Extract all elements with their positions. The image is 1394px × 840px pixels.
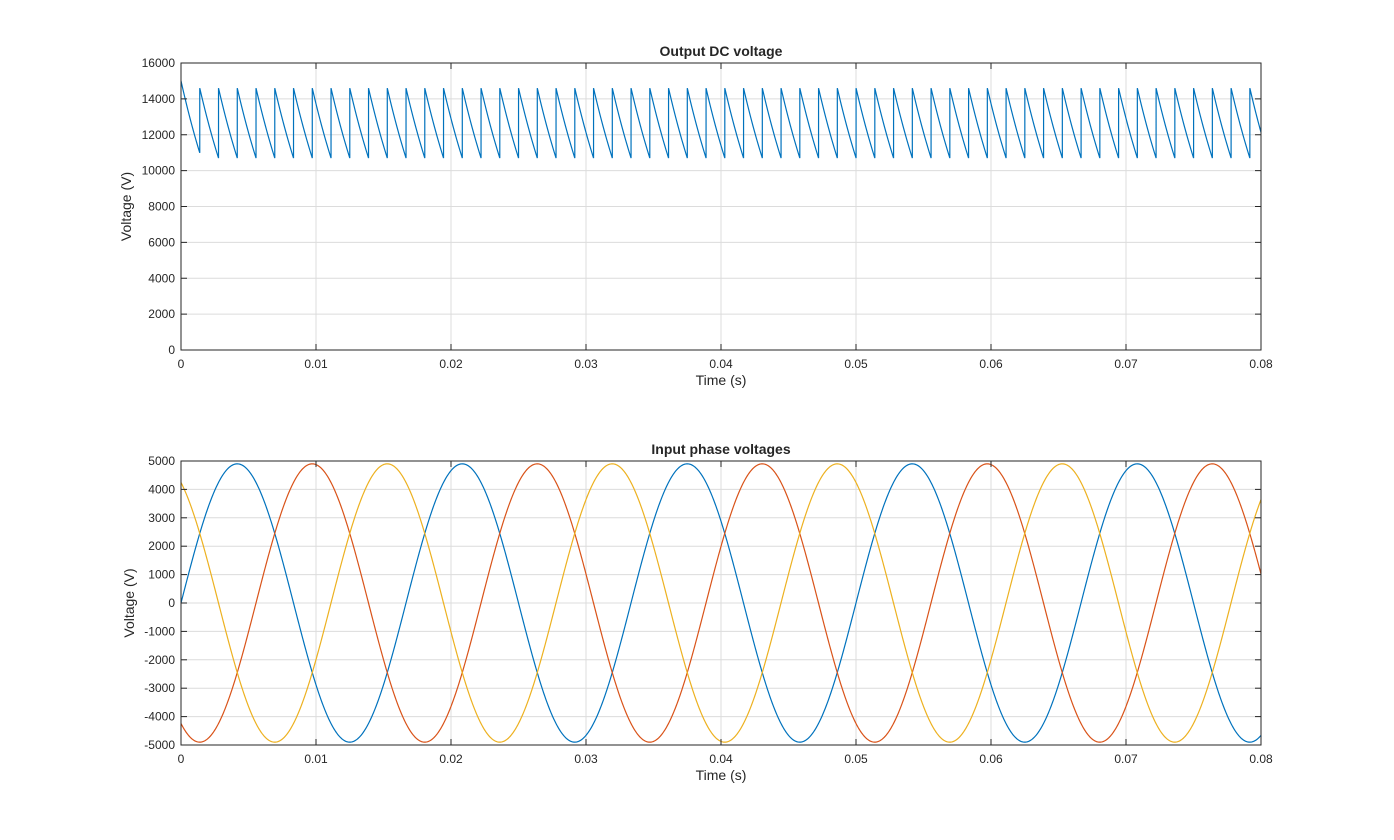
y-tick-label: 8000 [148,200,175,214]
chart-title: Input phase voltages [651,441,790,457]
y-tick-label: 5000 [148,454,175,468]
x-tick-label: 0.08 [1249,752,1273,766]
x-tick-label: 0.06 [979,752,1003,766]
x-tick-label: 0.05 [844,357,868,371]
x-tick-label: 0 [178,752,185,766]
y-tick-label: 1000 [148,568,175,582]
x-tick-label: 0.08 [1249,357,1273,371]
y-tick-label: 10000 [142,164,176,178]
y-tick-label: 0 [168,596,175,610]
x-tick-label: 0.02 [439,357,463,371]
y-tick-label: -4000 [144,710,175,724]
y-tick-label: 12000 [142,128,176,142]
x-tick-label: 0.02 [439,752,463,766]
y-tick-label: 4000 [148,271,175,285]
x-axis-label: Time (s) [696,372,747,388]
x-tick-label: 0.05 [844,752,868,766]
y-tick-label: -1000 [144,624,175,638]
x-tick-label: 0 [178,357,185,371]
x-tick-label: 0.07 [1114,752,1138,766]
y-tick-label: 0 [168,343,175,357]
y-tick-label: 2000 [148,539,175,553]
y-tick-label: 2000 [148,307,175,321]
y-axis-label: Voltage (V) [118,172,134,241]
y-tick-label: 3000 [148,511,175,525]
x-tick-label: 0.04 [709,357,733,371]
x-tick-label: 0.06 [979,357,1003,371]
figure: 0 0.01 0.02 0.03 0.04 0.05 0.06 0.07 0.08 0 2000 40… [0,0,1394,840]
y-tick-label: 14000 [142,92,176,106]
y-tick-label: 16000 [142,56,176,70]
y-tick-label: -5000 [144,738,175,752]
x-tick-label: 0.01 [304,357,328,371]
y-axis-label: Voltage (V) [121,568,137,637]
x-tick-label: 0.07 [1114,357,1138,371]
y-tick-label: -2000 [144,653,175,667]
y-tick-label: 4000 [148,482,175,496]
y-tick-label: 6000 [148,235,175,249]
x-tick-label: 0.04 [709,752,733,766]
y-tick-label: -3000 [144,681,175,695]
x-tick-label: 0.03 [574,752,598,766]
x-tick-label: 0.01 [304,752,328,766]
chart-title: Output DC voltage [660,43,783,59]
x-axis-label: Time (s) [696,767,747,783]
x-tick-label: 0.03 [574,357,598,371]
